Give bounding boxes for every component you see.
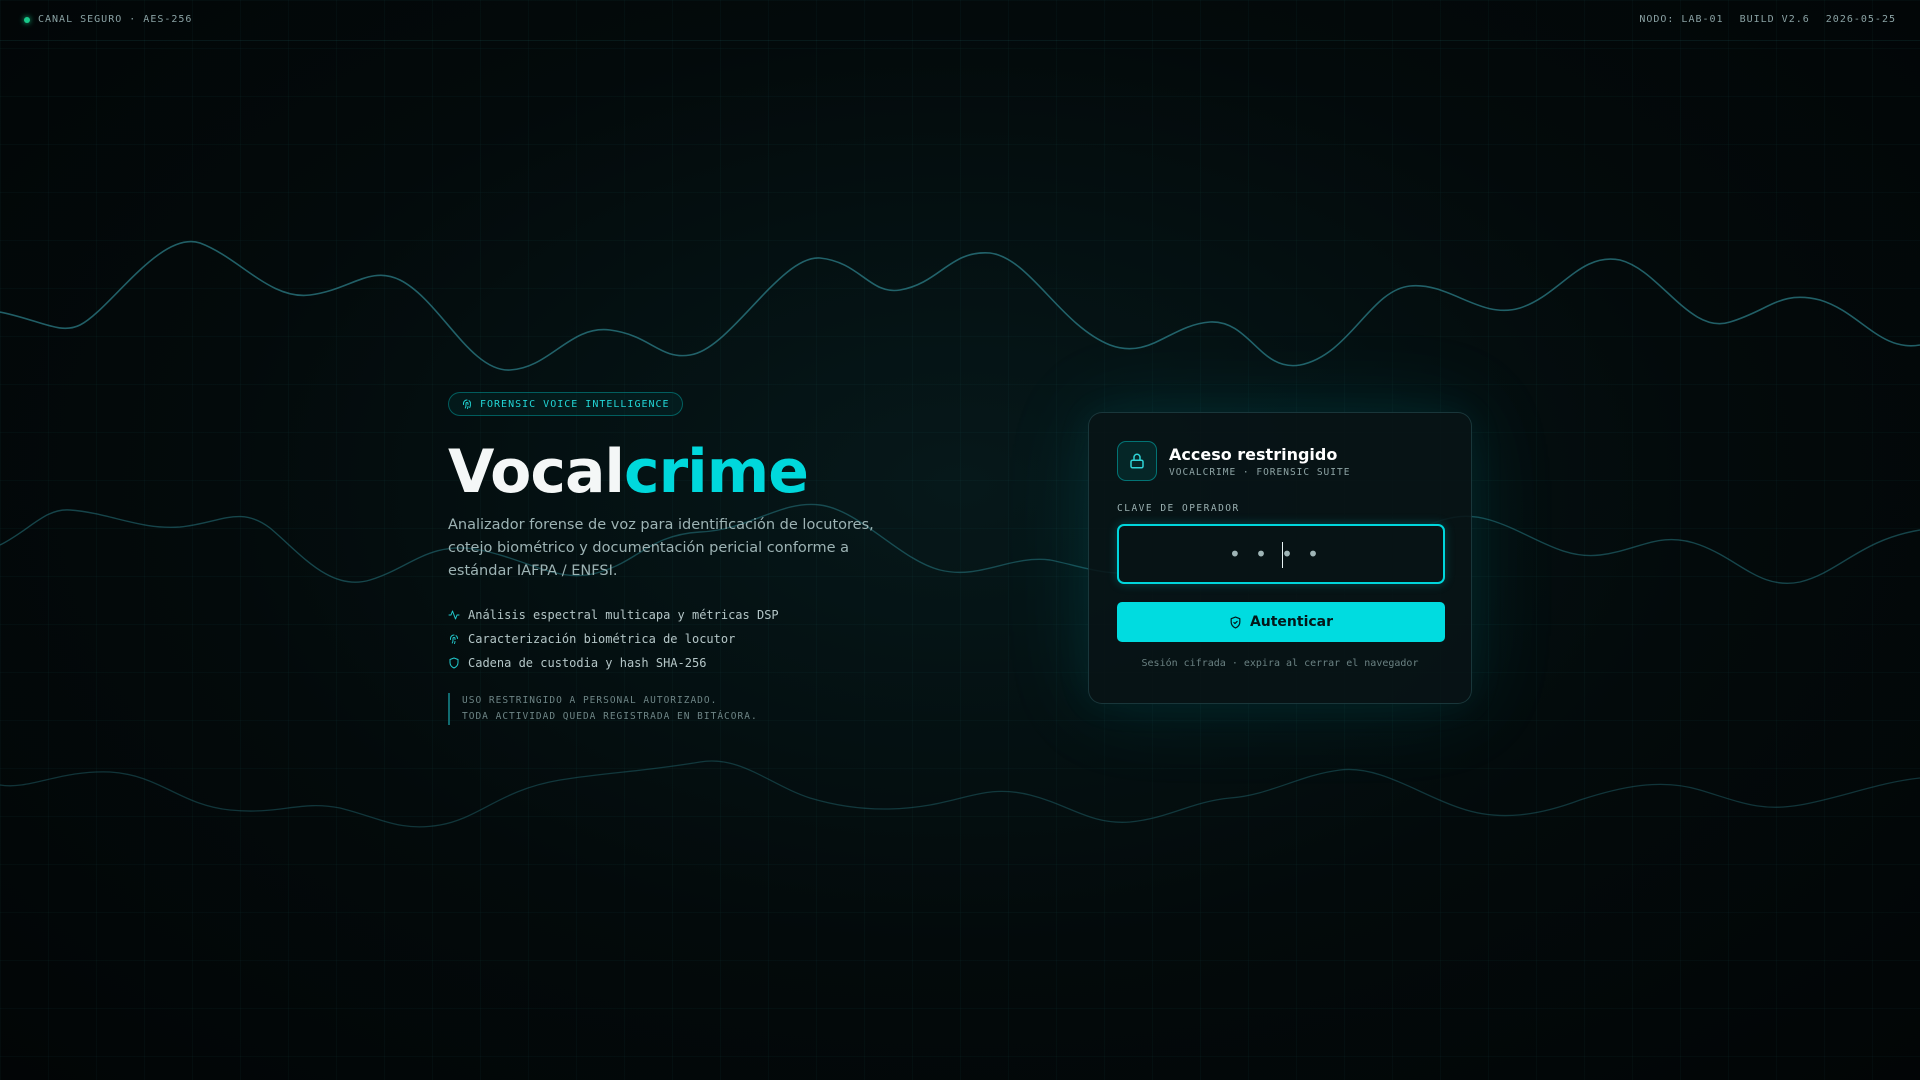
background-grid xyxy=(0,0,1920,1080)
login-card: Acceso restringido VOCALCRIME · FORENSIC… xyxy=(1088,412,1472,704)
notice-line: USO RESTRINGIDO A PERSONAL AUTORIZADO. xyxy=(462,695,718,706)
waveform-line-bottom xyxy=(0,760,1920,828)
notice-line: TODA ACTIVIDAD QUEDA REGISTRADA EN BITÁC… xyxy=(462,711,758,722)
waveform-line-top xyxy=(0,240,1920,371)
fingerprint-icon xyxy=(450,634,458,644)
shield-icon xyxy=(449,657,459,669)
status-dot-icon xyxy=(24,16,30,23)
waveform-line-middle xyxy=(0,503,1920,584)
node-label: NODO: LAB-01 xyxy=(1639,14,1724,25)
text-caret xyxy=(1282,542,1283,568)
background-waveforms xyxy=(0,240,1920,828)
restricted-use-notice: USO RESTRINGIDO A PERSONAL AUTORIZADO. T… xyxy=(448,693,918,725)
product-badge: FORENSIC VOICE INTELLIGENCE xyxy=(448,392,683,416)
shield-check-icon xyxy=(1230,615,1241,629)
hero-section: FORENSIC VOICE INTELLIGENCE Vocalcrime A… xyxy=(448,392,918,725)
feature-label: Caracterización biométrica de locutor xyxy=(468,632,736,646)
app-title-accent: crime xyxy=(624,437,809,507)
operator-key-input[interactable]: •••• xyxy=(1117,524,1445,584)
login-subtitle: VOCALCRIME · FORENSIC SUITE xyxy=(1169,466,1351,478)
feature-label: Cadena de custodia y hash SHA-256 xyxy=(468,656,707,670)
product-badge-label: FORENSIC VOICE INTELLIGENCE xyxy=(480,398,670,410)
feature-list: Análisis espectral multicapa y métricas … xyxy=(448,603,918,675)
date-label: 2026-05-25 xyxy=(1825,14,1896,25)
lock-icon xyxy=(1130,453,1144,469)
login-card-header: Acceso restringido VOCALCRIME · FORENSIC… xyxy=(1117,441,1443,481)
waveform-icon xyxy=(448,610,460,620)
authenticate-button[interactable]: Autenticar xyxy=(1117,602,1445,642)
top-status-bar: CANAL SEGURO · AES-256 NODO: LAB-01 BUIL… xyxy=(0,0,1920,41)
feature-item: Cadena de custodia y hash SHA-256 xyxy=(448,651,918,675)
operator-key-label: CLAVE DE OPERADOR xyxy=(1117,503,1240,514)
app-title-primary: Vocal xyxy=(448,437,625,507)
session-note: Sesión cifrada · expira al cerrar el nav… xyxy=(1141,658,1419,669)
authenticate-button-label: Autenticar xyxy=(1249,614,1334,630)
password-mask: •••• xyxy=(1228,542,1334,566)
feature-item: Análisis espectral multicapa y métricas … xyxy=(448,603,918,627)
app-description: Analizador forense de voz para identific… xyxy=(448,517,874,579)
feature-label: Análisis espectral multicapa y métricas … xyxy=(468,608,779,622)
build-label: BUILD V2.6 xyxy=(1739,14,1810,25)
system-info: NODO: LAB-01 BUILD V2.6 2026-05-25 xyxy=(1639,14,1896,25)
login-title: Acceso restringido xyxy=(1169,444,1338,464)
app-title: Vocalcrime xyxy=(448,436,918,508)
fingerprint-icon xyxy=(463,399,471,409)
secure-channel-label: CANAL SEGURO · AES-256 xyxy=(38,14,193,25)
secure-channel-status: CANAL SEGURO · AES-256 xyxy=(24,14,192,25)
feature-item: Caracterización biométrica de locutor xyxy=(448,627,918,651)
lock-badge xyxy=(1117,441,1157,481)
